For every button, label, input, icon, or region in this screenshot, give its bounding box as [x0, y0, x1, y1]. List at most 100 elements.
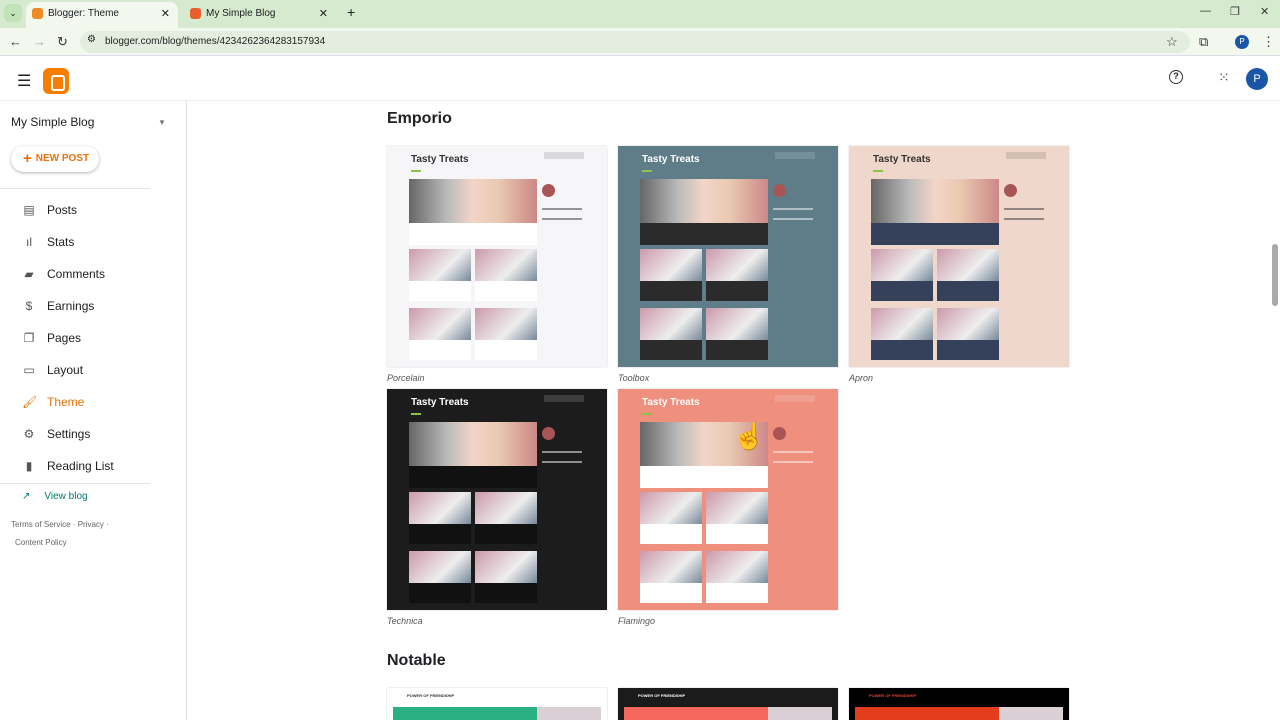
post-image: [475, 551, 537, 583]
theme-thumbnail-apron[interactable]: Tasty Treats: [849, 146, 1069, 367]
comments-icon: ▰: [24, 267, 34, 281]
back-button[interactable]: ←: [9, 34, 22, 49]
post-image: [937, 308, 999, 340]
close-tab-icon[interactable]: ✕: [319, 2, 328, 26]
sidebar-item-label: Pages: [47, 331, 82, 345]
tab-my-simple-blog[interactable]: My Simple Blog ✕: [184, 2, 336, 28]
sidebar-item-label: Settings: [47, 427, 91, 441]
theme-thumbnail-porcelain[interactable]: Tasty Treats: [387, 146, 607, 367]
post-card: [475, 551, 537, 603]
menu-icon[interactable]: ☰: [17, 71, 31, 91]
blogger-logo[interactable]: [43, 68, 69, 94]
post-card: [409, 308, 471, 360]
new-post-button[interactable]: + NEW POST: [11, 146, 99, 172]
theme-name-label: Toolbox: [618, 373, 650, 383]
post-card: [640, 492, 702, 544]
post-card: [871, 249, 933, 301]
profile-avatar: [542, 427, 555, 440]
post-image: [871, 308, 933, 340]
sidebar-item-reading-list[interactable]: ▮ Reading List: [22, 456, 172, 476]
close-tab-icon[interactable]: ✕: [161, 2, 170, 26]
tab-blogger-theme[interactable]: Blogger: Theme ✕: [26, 2, 178, 28]
notable-theme-thumbnail[interactable]: POWER OF FRIENDSHIP: [618, 688, 838, 720]
apps-grid-icon[interactable]: ⁙: [1218, 69, 1230, 86]
sidebar-item-settings[interactable]: ⚙ Settings: [22, 424, 172, 444]
view-blog-link[interactable]: ↗ View blog: [22, 491, 88, 502]
address-bar[interactable]: ⚙ blogger.com/blog/themes/423426236428315…: [80, 31, 1190, 53]
close-window-button[interactable]: ✕: [1260, 5, 1269, 18]
theme-thumbnail-flamingo[interactable]: Tasty Treats: [618, 389, 838, 610]
bookmark-star-icon[interactable]: ☆: [1166, 34, 1178, 50]
post-card: [937, 308, 999, 360]
minimize-button[interactable]: —: [1200, 5, 1211, 17]
sidebar-item-label: Theme: [47, 395, 85, 409]
sidebar-item-posts[interactable]: ▤ Posts: [22, 200, 172, 220]
blogger-favicon-icon: [32, 8, 43, 19]
post-image: [871, 249, 933, 281]
help-icon[interactable]: ?: [1169, 70, 1183, 84]
forward-button[interactable]: →: [33, 34, 46, 49]
post-image: [475, 308, 537, 340]
earnings-icon: $: [25, 299, 33, 313]
new-tab-button[interactable]: +: [347, 4, 355, 20]
pages-icon: ❐: [23, 331, 35, 345]
site-info-icon[interactable]: ⚙: [87, 34, 96, 45]
open-external-icon: ↗: [22, 491, 31, 502]
profile-avatar: [1004, 184, 1017, 197]
post-card: [706, 551, 768, 603]
account-avatar[interactable]: P: [1246, 68, 1268, 90]
sidebar: My Simple Blog ▼ + NEW POST ▤ Posts ıl Stats…: [0, 101, 187, 720]
notable-theme-thumbnail[interactable]: POWER OF FRIENDSHIP: [849, 688, 1069, 720]
post-card: [409, 249, 471, 301]
sidebar-item-earnings[interactable]: $ Earnings: [22, 296, 172, 316]
dropdown-arrow-icon[interactable]: ▼: [158, 118, 166, 127]
title-underline: [642, 413, 652, 415]
post-card: [706, 492, 768, 544]
sidebar-item-label: Layout: [47, 363, 84, 377]
post-card: [475, 249, 537, 301]
terms-link[interactable]: Terms of Service: [11, 520, 71, 529]
side-block: [999, 707, 1063, 720]
notable-theme-thumbnail[interactable]: POWER OF FRIENDSHIP: [387, 688, 607, 720]
hero-image: [409, 422, 537, 466]
theme-thumbnail-technica[interactable]: Tasty Treats: [387, 389, 607, 610]
sidebar-line: [542, 461, 582, 463]
browser-menu-icon[interactable]: ⋮: [1262, 34, 1275, 50]
restore-button[interactable]: ❐: [1230, 5, 1240, 18]
scrollbar-thumb[interactable]: [1272, 244, 1278, 306]
thumb-search-box: [1006, 152, 1046, 159]
sidebar-item-comments[interactable]: ▰ Comments: [22, 264, 172, 284]
reload-button[interactable]: ↻: [57, 34, 68, 50]
new-post-label: NEW POST: [35, 153, 90, 164]
title-underline: [411, 170, 421, 172]
divider: [0, 188, 150, 189]
extensions-icon[interactable]: ⧉: [1199, 34, 1208, 50]
sidebar-item-theme[interactable]: 🖌 Theme: [22, 392, 172, 412]
reading-list-icon: ▮: [25, 459, 33, 473]
divider: [0, 483, 150, 484]
profile-avatar[interactable]: P: [1235, 35, 1249, 49]
privacy-link[interactable]: Privacy: [78, 520, 104, 529]
hero-caption: [409, 223, 537, 245]
posts-icon: ▤: [23, 203, 35, 217]
theme-thumbnail-toolbox[interactable]: Tasty Treats: [618, 146, 838, 367]
hero-caption: [871, 223, 999, 245]
hero-block: [855, 707, 999, 720]
post-card: [475, 492, 537, 544]
hero-block: [624, 707, 768, 720]
scrollbar[interactable]: [1270, 101, 1280, 720]
plus-icon: +: [23, 150, 32, 167]
content-policy-link[interactable]: Content Policy: [15, 538, 67, 547]
sidebar-item-label: Reading List: [47, 459, 114, 473]
theme-name-label: Porcelain: [387, 373, 425, 383]
blog-selector[interactable]: My Simple Blog: [11, 115, 94, 129]
sidebar-item-stats[interactable]: ıl Stats: [22, 232, 172, 252]
sidebar-item-pages[interactable]: ❐ Pages: [22, 328, 172, 348]
sidebar-item-layout[interactable]: ▭ Layout: [22, 360, 172, 380]
post-card: [937, 249, 999, 301]
post-image: [706, 308, 768, 340]
theme-name-label: Technica: [387, 616, 423, 626]
tab-search-button[interactable]: ⌄: [4, 4, 22, 22]
post-image: [475, 492, 537, 524]
post-image: [640, 249, 702, 281]
